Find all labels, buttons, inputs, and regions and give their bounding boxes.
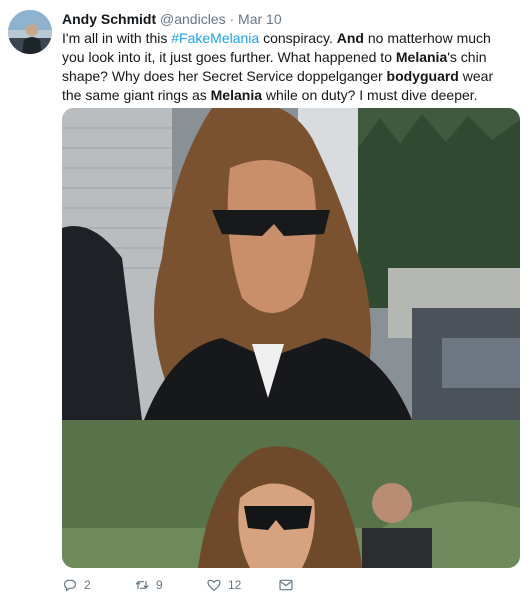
photo-top <box>62 108 520 420</box>
tweet-header: Andy Schmidt @andicles · Mar 10 <box>62 10 282 28</box>
bold-keyword: And <box>336 30 364 46</box>
separator-dot: · <box>229 11 235 27</box>
tweet[interactable]: Andy Schmidt @andicles · Mar 10 I'm all … <box>0 0 528 597</box>
like-button[interactable]: 12 <box>206 576 241 594</box>
hashtag-link[interactable]: #FakeMelania <box>171 30 259 46</box>
tweet-text: I'm all in with this #FakeMelania conspi… <box>62 29 514 105</box>
retweet-button[interactable]: 9 <box>134 576 163 594</box>
like-count: 12 <box>228 578 242 592</box>
bold-keyword: Melania <box>395 49 448 65</box>
text-segment: I'm all in with this <box>62 30 172 46</box>
media-photos <box>62 108 520 568</box>
tweet-date[interactable]: Mar 10 <box>238 11 282 27</box>
text-segment: conspiracy. <box>259 30 337 46</box>
direct-message-button[interactable] <box>278 576 294 594</box>
author-handle[interactable]: @andicles <box>160 11 226 27</box>
author-name[interactable]: Andy Schmidt <box>62 11 156 27</box>
bold-keyword: bodyguard <box>386 68 459 84</box>
reply-icon <box>64 579 76 592</box>
heart-icon <box>207 579 221 592</box>
avatar-image <box>8 10 52 54</box>
bold-keyword: Melania <box>210 87 262 103</box>
reply-count: 2 <box>84 578 91 592</box>
reply-button[interactable]: 2 <box>62 576 91 594</box>
retweet-icon <box>135 581 149 589</box>
text-segment: while on duty? I must dive deeper. <box>262 87 478 103</box>
retweet-count: 9 <box>156 578 163 592</box>
photo-bottom <box>62 420 520 568</box>
envelope-icon <box>279 579 293 591</box>
tweet-media[interactable] <box>62 108 520 568</box>
avatar[interactable] <box>8 10 52 54</box>
